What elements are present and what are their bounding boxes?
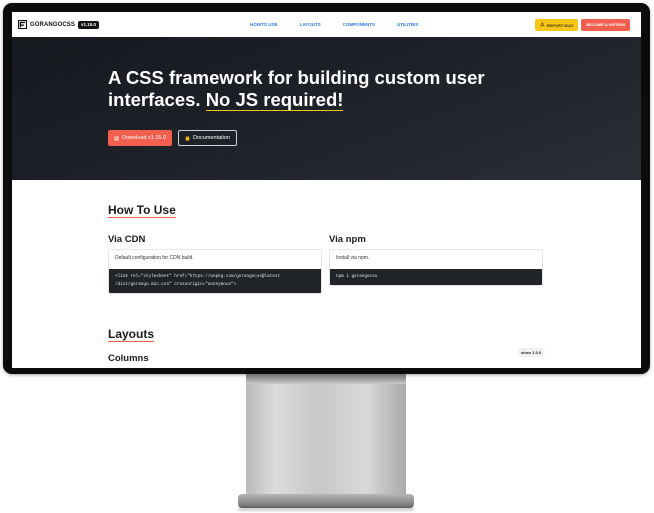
hero-title: A CSS framework for building custom user… — [108, 67, 508, 111]
layouts-heading: Layouts — [108, 327, 155, 342]
warning-icon: ⚠ — [540, 22, 545, 28]
hero-title-line1: A CSS framework for building custom user — [108, 67, 485, 88]
book-icon — [185, 136, 190, 140]
monitor-frame: GORANGOCSS v1.15.0 HOWTO USE LAYOUTS COM… — [3, 3, 650, 374]
hero-title-line2b: No JS required! — [205, 89, 344, 111]
cdn-description: Default configuration for CDN build. — [115, 255, 194, 261]
hero-section: A CSS framework for building custom user… — [12, 37, 641, 180]
nav-link-utilities[interactable]: UTILITIES — [397, 22, 418, 27]
nav-actions: ⚠ REPORT BUG BECOME A PATRON — [535, 19, 630, 31]
npm-description: Install via npm. — [336, 255, 370, 261]
report-bug-label: REPORT BUG — [546, 22, 574, 28]
documentation-label: Documentation — [193, 135, 231, 141]
cdn-code-line: /dist/gorango.min.css" crossorigin="anon… — [115, 282, 237, 287]
cdn-card: Default configuration for CDN build. <li… — [108, 249, 322, 294]
monitor-stand — [246, 374, 406, 496]
download-button[interactable]: Download v1.15.0 — [108, 130, 173, 146]
nav-link-howto-use[interactable]: HOWTO USE — [250, 22, 278, 27]
nav-links: HOWTO USE LAYOUTS COMPONENTS UTILITIES — [250, 12, 440, 37]
brand[interactable]: GORANGOCSS v1.15.0 — [18, 20, 100, 29]
cdn-code-block[interactable]: <link rel="stylesheet" href="https://unp… — [109, 269, 321, 293]
download-label: Download v1.15.0 — [122, 135, 167, 141]
report-bug-button[interactable]: ⚠ REPORT BUG — [535, 19, 579, 31]
npm-code-line: npm i gorangocss — [336, 274, 378, 279]
via-cdn-heading: Via CDN — [108, 234, 146, 245]
npm-code-block[interactable]: npm i gorangocss — [330, 269, 542, 285]
documentation-button[interactable]: Documentation — [178, 130, 238, 146]
logo-icon — [18, 20, 27, 29]
top-navbar: GORANGOCSS v1.15.0 HOWTO USE LAYOUTS COM… — [12, 12, 641, 38]
monitor-stand-base — [238, 494, 414, 508]
become-patron-button[interactable]: BECOME A PATRON — [581, 19, 630, 31]
brand-name: GORANGOCSS — [30, 21, 76, 28]
nav-link-components[interactable]: COMPONENTS — [343, 22, 375, 27]
hero-title-line2a: interfaces. — [108, 89, 206, 110]
hero-buttons: Download v1.15.0 Documentation — [108, 130, 238, 146]
columns-heading: Columns — [108, 353, 149, 364]
since-badge: since 1.0.0 — [517, 348, 546, 357]
version-badge: v1.15.0 — [78, 20, 100, 29]
download-icon — [114, 136, 119, 140]
npm-card: Install via npm. npm i gorangocss — [329, 249, 543, 286]
nav-link-layouts[interactable]: LAYOUTS — [300, 22, 321, 27]
cdn-code-line: <link rel="stylesheet" href="https://unp… — [115, 274, 281, 279]
via-npm-heading: Via npm — [329, 234, 366, 245]
how-to-use-heading: How To Use — [108, 203, 176, 218]
browser-viewport: GORANGOCSS v1.15.0 HOWTO USE LAYOUTS COM… — [12, 12, 641, 368]
